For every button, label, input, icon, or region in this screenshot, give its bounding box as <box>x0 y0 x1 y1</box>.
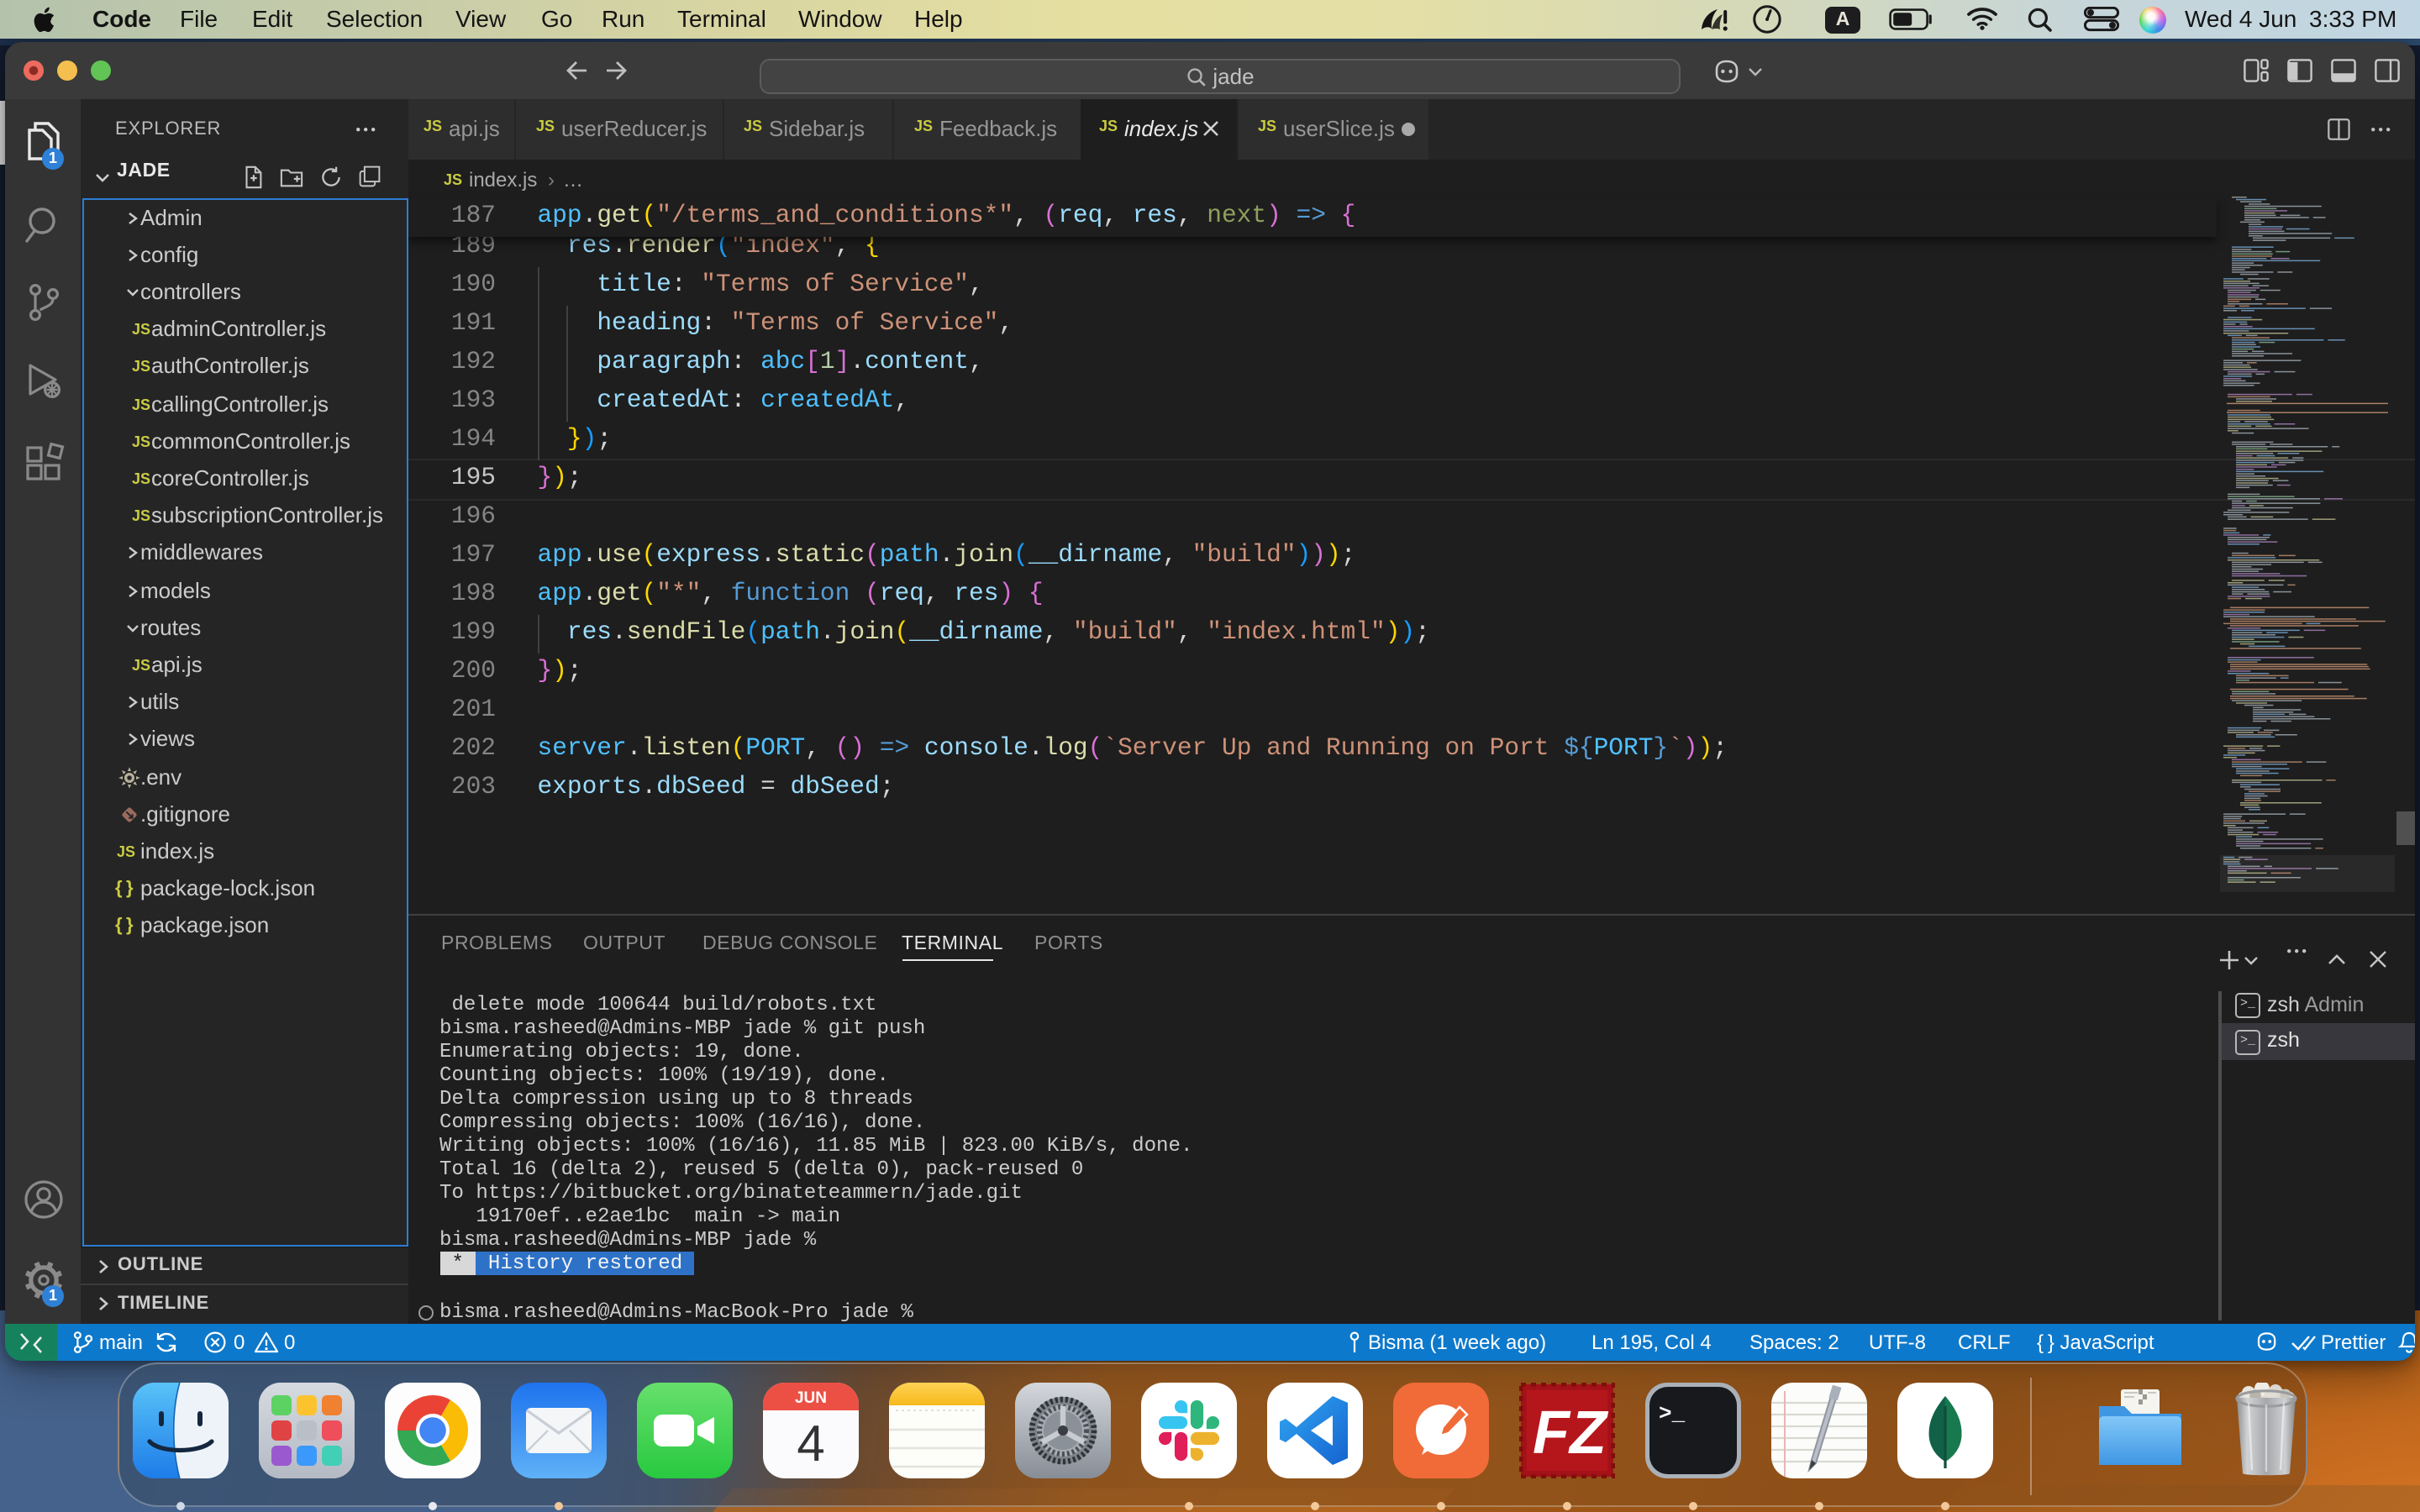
svg-text:JUN: JUN <box>794 1389 826 1407</box>
svg-text:>_: >_ <box>1658 1401 1685 1426</box>
svg-text:FZ: FZ <box>1532 1399 1608 1467</box>
svg-text:4: 4 <box>796 1415 823 1472</box>
